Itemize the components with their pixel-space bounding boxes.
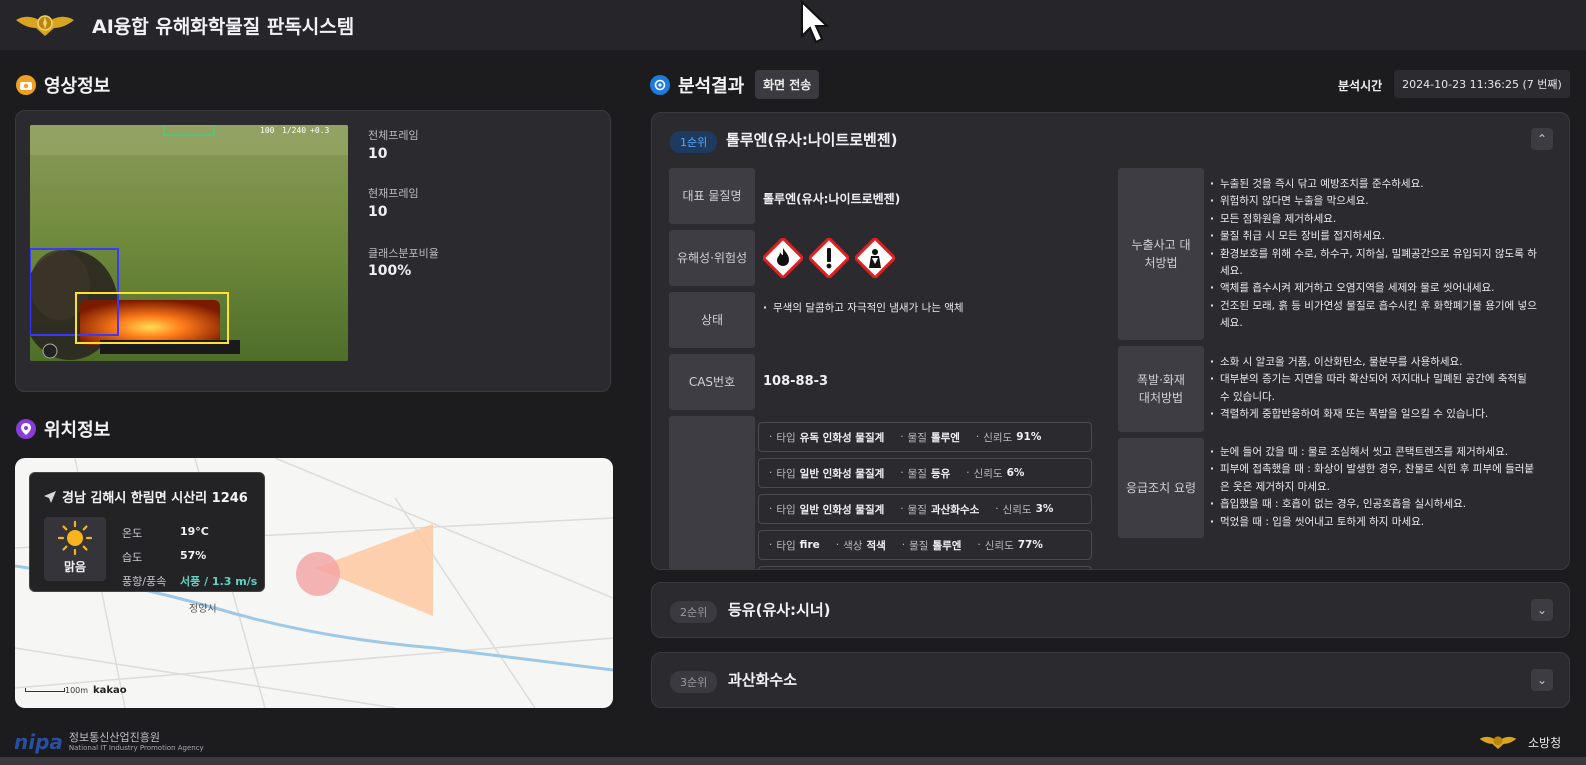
humidity-value: 57%	[180, 549, 207, 562]
analysis-time-label: 분석시간	[1338, 79, 1383, 93]
analysis-heading: 분석결과	[650, 72, 744, 98]
detection-label	[669, 416, 755, 570]
video-info-panel: 100 1/240 +0.3 전체프레임 10 현재프레임 10 클래스분포비율…	[15, 110, 611, 392]
fire-response-list: 소화 시 알코올 거품, 이산화탄소, 물분무를 사용하세요. 대부분의 증기는…	[1208, 354, 1538, 424]
chevron-up-icon: ⌃	[1536, 132, 1548, 146]
detection-row: · 타입 일반 인화성 물질계 · 물질 등유 · 신뢰도 6%	[758, 458, 1092, 488]
class-ratio-value: 100%	[368, 263, 412, 279]
send-screen-button[interactable]: 화면 전송	[755, 70, 820, 99]
exclamation-icon	[809, 238, 849, 278]
fire-agency-emblem-icon	[16, 15, 74, 36]
rank-badge-3: 3순위	[670, 671, 718, 693]
first-aid-list: 눈에 들어 갔을 때 : 물로 조심해서 씻고 콘택트렌즈를 제거하세요. 피부…	[1208, 444, 1538, 531]
state-value: 무색의 달콤하고 자극적인 냄새가 나는 액체	[761, 300, 1091, 318]
camera-icon	[16, 75, 36, 95]
location-pin-icon	[16, 419, 36, 439]
chevron-down-icon: ⌄	[1536, 673, 1548, 687]
flame-icon	[763, 238, 803, 278]
leak-response-label: 누출사고 대처방법	[1118, 168, 1204, 340]
result-card-3[interactable]: 3순위 과산화수소 ⌄	[651, 652, 1570, 708]
sun-icon	[58, 521, 92, 555]
result-title-3: 과산화수소	[728, 671, 798, 689]
video-info-heading: 영상정보	[16, 72, 110, 98]
weather-label: 맑음	[63, 560, 87, 574]
result-title-2: 등유(유사:시너)	[728, 601, 831, 619]
kakao-logo: kakao	[93, 685, 127, 696]
humidity-label: 습도	[122, 551, 143, 564]
top-bar: AI융합 유해화학물질 판독시스템	[0, 0, 1586, 50]
detection-row-partial	[758, 566, 1092, 570]
navigation-arrow-icon	[44, 490, 56, 503]
result-card-2[interactable]: 2순위 등유(유사:시너) ⌄	[651, 582, 1570, 638]
nipa-en: National IT Industry Promotion Agency	[68, 744, 204, 753]
address-line: 경남 김해시 한림면 시산리 1246	[44, 487, 248, 506]
temp-label: 온도	[122, 527, 143, 540]
health-hazard-icon	[855, 238, 895, 278]
state-label: 상태	[669, 292, 755, 348]
total-frame-label: 전체프레임	[368, 129, 419, 142]
location-info-heading: 위치정보	[16, 416, 110, 442]
detection-row: · 타입 fire · 색상 적색 · 물질 톨루엔 · 신뢰도 77%	[758, 530, 1092, 560]
detection-row: · 타입 유독 인화성 물질계 · 물질 톨루엔 · 신뢰도 91%	[758, 422, 1092, 452]
fire-agency-logo: 소방청	[1474, 730, 1561, 754]
expand-button-3[interactable]: ⌄	[1531, 669, 1553, 691]
map-scale-bar	[25, 688, 65, 692]
mouse-cursor-icon	[801, 0, 830, 44]
current-frame-value: 10	[368, 204, 388, 220]
hazard-label: 유해성·위험성	[669, 230, 755, 286]
svg-text:100: 100	[260, 126, 275, 135]
rank-badge-2: 2순위	[670, 601, 718, 623]
map-scale-label: 100m	[65, 686, 89, 695]
map-place-label: 정양시	[189, 604, 217, 615]
collapse-button-1[interactable]: ⌃	[1531, 128, 1553, 150]
temp-value: 19°C	[180, 525, 209, 538]
weather-icon-box: 맑음	[44, 517, 106, 581]
class-ratio-label: 클래스분포비율	[368, 247, 439, 260]
rep-name-label: 대표 물질명	[669, 168, 755, 224]
result-title-1: 톨루엔(유사:나이트로벤젠)	[726, 131, 898, 149]
leak-response-list: 누출된 것을 즉시 닦고 예방조치를 준수하세요. 위험하지 않다면 누출을 막…	[1208, 176, 1538, 333]
rank-badge-1: 1순위	[670, 131, 718, 153]
analysis-icon	[650, 75, 670, 95]
chevron-down-icon: ⌄	[1536, 603, 1548, 617]
wind-value: 서풍 / 1.3 m/s	[180, 575, 258, 588]
nipa-logo: nipa 정보통신산업진흥원 National IT Industry Prom…	[14, 730, 204, 754]
location-map[interactable]: 정양시 100m kakao 경남 김해시 한림면 시산리 1246 맑음 온도…	[15, 458, 613, 708]
taskbar	[0, 757, 1586, 765]
cas-value: 108-88-3	[763, 374, 829, 389]
first-aid-label: 응급조치 요령	[1118, 438, 1204, 538]
detection-row: · 타입 일반 인화성 물질계 · 물질 과산화수소 · 신뢰도 3%	[758, 494, 1092, 524]
nipa-name: 정보통신산업진흥원	[68, 731, 160, 745]
wind-label: 풍향/풍속	[122, 575, 167, 588]
analysis-time-value: 2024-10-23 11:36:25 (7 번째)	[1394, 70, 1570, 98]
svg-text:+0.3: +0.3	[310, 126, 329, 135]
fire-agency-emblem-icon	[1479, 736, 1517, 749]
video-preview-image: 100 1/240 +0.3	[30, 125, 348, 361]
app-title: AI융합 유해화학물질 판독시스템	[92, 16, 355, 38]
video-frame[interactable]: 100 1/240 +0.3	[30, 125, 348, 361]
fire-response-label: 폭발·화재 대처방법	[1118, 346, 1204, 432]
weather-card: 경남 김해시 한림면 시산리 1246 맑음 온도 19°C 습도 57% 풍향…	[29, 472, 265, 592]
svg-text:1/240: 1/240	[282, 126, 306, 135]
cas-label: CAS번호	[669, 354, 755, 410]
expand-button-2[interactable]: ⌄	[1531, 599, 1553, 621]
current-frame-label: 현재프레임	[368, 187, 419, 200]
total-frame-value: 10	[368, 146, 388, 162]
rep-name-value: 톨루엔(유사:나이트로벤젠)	[763, 192, 901, 206]
